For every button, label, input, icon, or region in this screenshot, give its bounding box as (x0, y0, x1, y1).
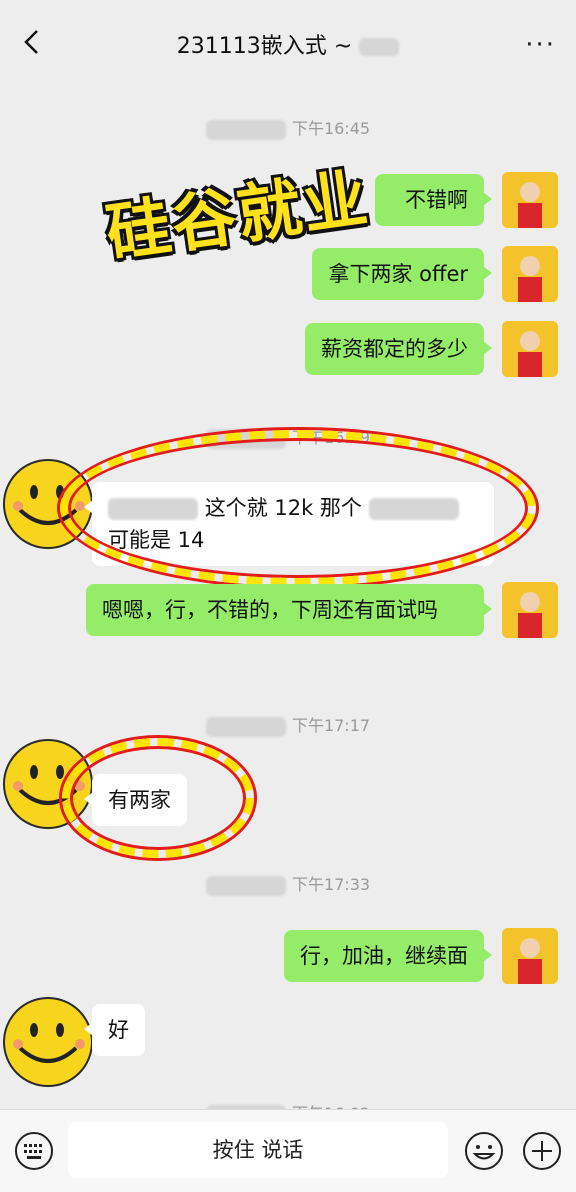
add-more-icon[interactable] (522, 1131, 562, 1171)
message-bubble-sent[interactable]: 不错啊 (375, 174, 492, 226)
message-text: 嗯嗯，行，不错的，下周还有面试吗 (102, 598, 438, 622)
message-bubble-sent[interactable]: 嗯嗯，行，不错的，下周还有面试吗 (86, 584, 492, 636)
timestamp-text: 下午16:45 (291, 119, 371, 138)
message-text: 拿下两家 offer (328, 262, 468, 286)
input-bar: 按住 说话 (0, 1109, 576, 1192)
self-avatar[interactable] (502, 246, 558, 302)
blurred-name (359, 38, 400, 56)
chat-title-text: 231113嵌入式 ~ (176, 34, 360, 59)
timestamp-text: 下午17:17 (291, 716, 371, 735)
message-bubble-sent[interactable]: 拿下两家 offer (312, 248, 492, 300)
keyboard-icon[interactable] (14, 1131, 54, 1171)
message-bubble-sent[interactable]: 薪资都定的多少 (305, 323, 492, 375)
message-text: 好 (108, 1018, 129, 1042)
highlight-ellipse (60, 430, 536, 586)
child-avatar-icon (502, 246, 558, 302)
timestamp: 下午16:45 (0, 115, 576, 140)
blurred-sender (205, 716, 286, 737)
child-avatar-icon (502, 582, 558, 638)
timestamp: 下午17:33 (0, 871, 576, 896)
self-avatar[interactable] (502, 172, 558, 228)
hold-to-talk-button[interactable]: 按住 说话 (68, 1122, 448, 1178)
blurred-sender (205, 119, 286, 140)
timestamp: 下午17:17 (0, 712, 576, 737)
contact-avatar-smiley-icon[interactable] (0, 994, 96, 1090)
more-options-icon[interactable]: ··· (525, 30, 556, 60)
message-bubble-sent[interactable]: 行，加油，继续面 (284, 930, 492, 982)
message-bubble-received[interactable]: 好 (84, 1004, 145, 1056)
message-text: 不错啊 (405, 188, 468, 212)
timestamp-text: 下午17:33 (291, 875, 371, 894)
message-text: 行，加油，继续面 (300, 944, 468, 968)
message-text: 薪资都定的多少 (321, 337, 468, 361)
chat-title: 231113嵌入式 ~ (0, 28, 576, 60)
self-avatar[interactable] (502, 582, 558, 638)
chat-header: 231113嵌入式 ~ ··· (0, 0, 576, 90)
blurred-sender (205, 875, 286, 896)
child-avatar-icon (502, 321, 558, 377)
self-avatar[interactable] (502, 928, 558, 984)
self-avatar[interactable] (502, 321, 558, 377)
emoji-icon[interactable] (464, 1131, 504, 1171)
child-avatar-icon (502, 172, 558, 228)
child-avatar-icon (502, 928, 558, 984)
highlight-ellipse (62, 738, 254, 858)
